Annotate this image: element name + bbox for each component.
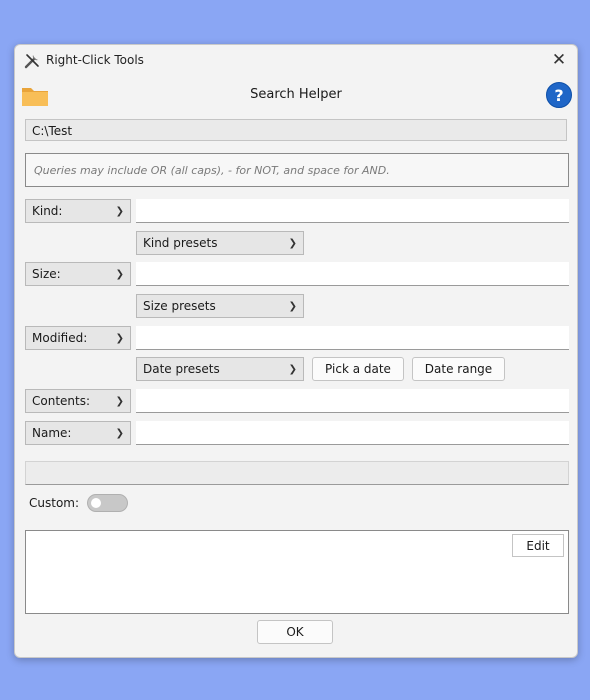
close-button[interactable]: ✕ (541, 45, 577, 75)
date-range-button[interactable]: Date range (412, 357, 505, 381)
chevron-down-icon: ❯ (288, 237, 297, 249)
path-field[interactable]: C:\Test (25, 119, 567, 141)
kind-dropdown[interactable]: Kind: ❯ (25, 199, 131, 223)
date-presets-label: Date presets (143, 362, 220, 376)
ok-button[interactable]: OK (257, 620, 333, 644)
pick-a-date-button[interactable]: Pick a date (312, 357, 404, 381)
chevron-down-icon: ❯ (115, 205, 124, 217)
chevron-down-icon: ❯ (115, 268, 124, 280)
kind-presets-dropdown[interactable]: Kind presets ❯ (136, 231, 304, 255)
status-bar (25, 461, 569, 485)
custom-label: Custom: (29, 496, 80, 510)
toggle-knob (91, 498, 101, 508)
help-icon[interactable]: ? (546, 82, 572, 108)
search-helper-window: Right-Click Tools ✕ Search Helper ? C:\T… (14, 44, 578, 658)
edit-button[interactable]: Edit (512, 534, 564, 557)
chevron-down-icon: ❯ (115, 427, 124, 439)
help-icon-glyph: ? (554, 85, 564, 105)
size-presets-label: Size presets (143, 299, 216, 313)
modified-label: Modified: (32, 331, 88, 345)
custom-query-box[interactable]: Edit (25, 530, 569, 614)
name-input[interactable] (136, 421, 569, 445)
name-dropdown[interactable]: Name: ❯ (25, 421, 131, 445)
window-title: Right-Click Tools (46, 53, 144, 67)
tools-icon (24, 54, 39, 69)
modified-dropdown[interactable]: Modified: ❯ (25, 326, 131, 350)
modified-input[interactable] (136, 326, 569, 350)
query-input[interactable]: Queries may include OR (all caps), - for… (25, 153, 569, 187)
chevron-down-icon: ❯ (288, 363, 297, 375)
close-icon: ✕ (551, 50, 567, 70)
contents-dropdown[interactable]: Contents: ❯ (25, 389, 131, 413)
chevron-down-icon: ❯ (115, 395, 124, 407)
kind-input[interactable] (136, 199, 569, 223)
chevron-down-icon: ❯ (115, 332, 124, 344)
chevron-down-icon: ❯ (288, 300, 297, 312)
size-input[interactable] (136, 262, 569, 286)
title-bar[interactable]: Right-Click Tools ✕ (15, 45, 577, 77)
size-dropdown[interactable]: Size: ❯ (25, 262, 131, 286)
contents-label: Contents: (32, 394, 91, 408)
custom-toggle[interactable] (87, 494, 128, 512)
name-label: Name: (32, 426, 72, 440)
kind-label: Kind: (32, 204, 63, 218)
kind-presets-label: Kind presets (143, 236, 218, 250)
contents-input[interactable] (136, 389, 569, 413)
page-title: Search Helper (250, 87, 342, 102)
query-placeholder: Queries may include OR (all caps), - for… (34, 163, 390, 177)
date-presets-dropdown[interactable]: Date presets ❯ (136, 357, 304, 381)
size-presets-dropdown[interactable]: Size presets ❯ (136, 294, 304, 318)
size-label: Size: (32, 267, 61, 281)
